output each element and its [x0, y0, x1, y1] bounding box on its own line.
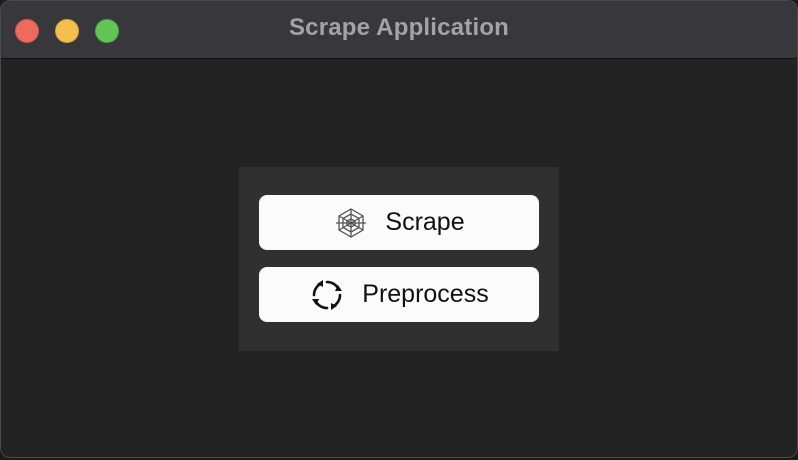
title-bar[interactable]: Scrape Application	[1, 1, 797, 59]
scrape-button[interactable]: Scrape	[259, 195, 539, 250]
spider-web-icon	[333, 205, 369, 241]
app-window: Scrape Application Scrape Preprocess	[0, 0, 798, 458]
preprocess-button[interactable]: Preprocess	[259, 267, 539, 322]
refresh-cycle-icon	[309, 277, 345, 313]
main-content: Scrape Preprocess	[1, 59, 797, 457]
preprocess-button-label: Preprocess	[362, 280, 489, 308]
action-panel: Scrape Preprocess	[239, 167, 559, 351]
scrape-button-label: Scrape	[385, 208, 465, 236]
window-title: Scrape Application	[288, 14, 510, 41]
